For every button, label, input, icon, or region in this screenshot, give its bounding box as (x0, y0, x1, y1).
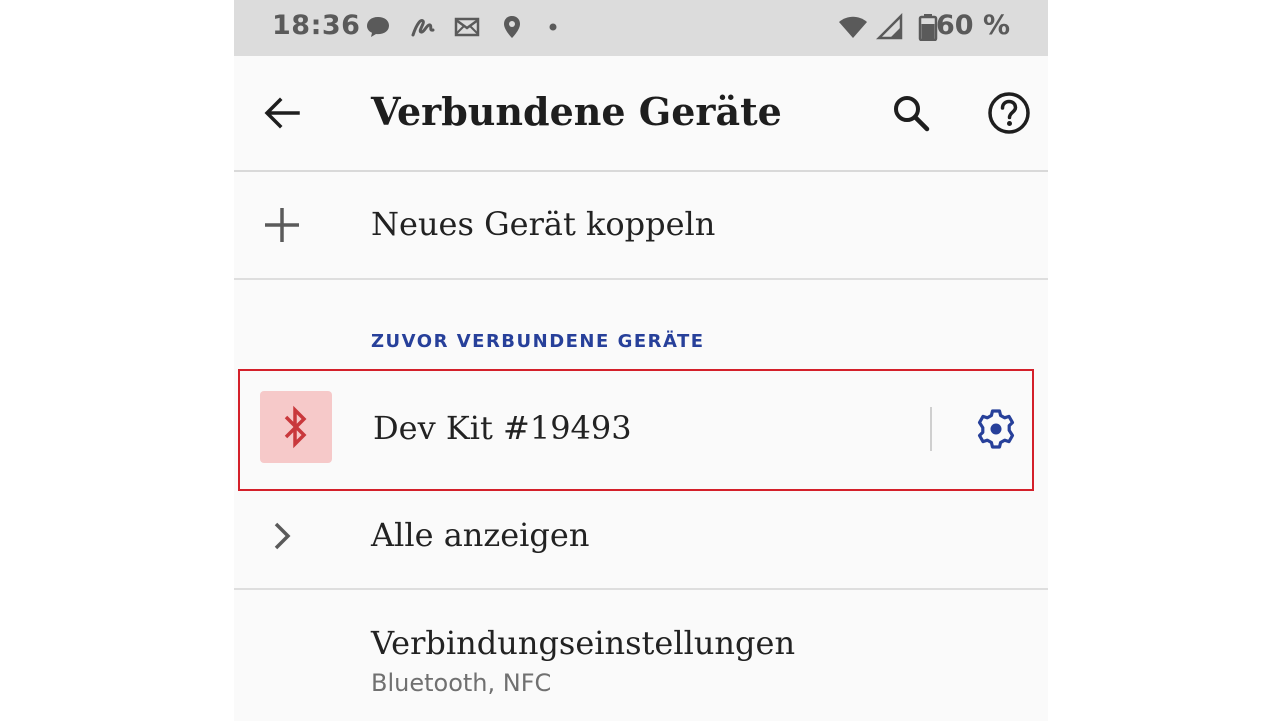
device-row-dev-kit[interactable]: Dev Kit #19493 (238, 369, 1034, 491)
show-all-row[interactable]: Alle anzeigen (234, 490, 1048, 588)
search-icon[interactable] (887, 89, 935, 137)
bluetooth-tile (260, 391, 332, 463)
connection-settings-sublabel: Bluetooth, NFC (371, 669, 552, 697)
status-time: 18:36 (272, 10, 361, 41)
vertical-separator (930, 407, 932, 451)
battery-percentage: 60 % (935, 10, 1010, 41)
location-icon (504, 16, 520, 38)
dot-icon (549, 23, 557, 31)
chat-icon (367, 17, 389, 37)
wifi-icon (839, 16, 867, 38)
mail-icon (454, 17, 480, 37)
pair-new-device-label: Neues Gerät koppeln (371, 205, 716, 243)
arrow-back-icon[interactable] (258, 89, 306, 137)
show-all-label: Alle anzeigen (371, 516, 590, 554)
chevron-right-icon (274, 522, 291, 550)
phone-screen: 18:36 60 % Verbundene Geräte Neues Gerät… (234, 0, 1048, 721)
bluetooth-icon (284, 405, 307, 449)
section-header-previous-devices: ZUVOR VERBUNDENE GERÄTE (371, 331, 705, 352)
pair-new-device-row[interactable]: Neues Gerät koppeln (234, 172, 1048, 278)
connection-settings-label: Verbindungseinstellungen (371, 624, 796, 662)
divider (234, 278, 1048, 280)
device-name: Dev Kit #19493 (373, 409, 632, 447)
plus-icon (265, 208, 299, 242)
gear-icon[interactable] (974, 407, 1018, 451)
cell-signal-icon (876, 13, 903, 40)
page-title: Verbundene Geräte (371, 89, 782, 134)
app-bar: Verbundene Geräte (234, 56, 1048, 172)
signature-icon (411, 19, 435, 37)
status-bar: 18:36 60 % (234, 0, 1048, 56)
connection-settings-row[interactable]: Verbindungseinstellungen Bluetooth, NFC (234, 590, 1048, 721)
help-icon[interactable] (985, 89, 1033, 137)
